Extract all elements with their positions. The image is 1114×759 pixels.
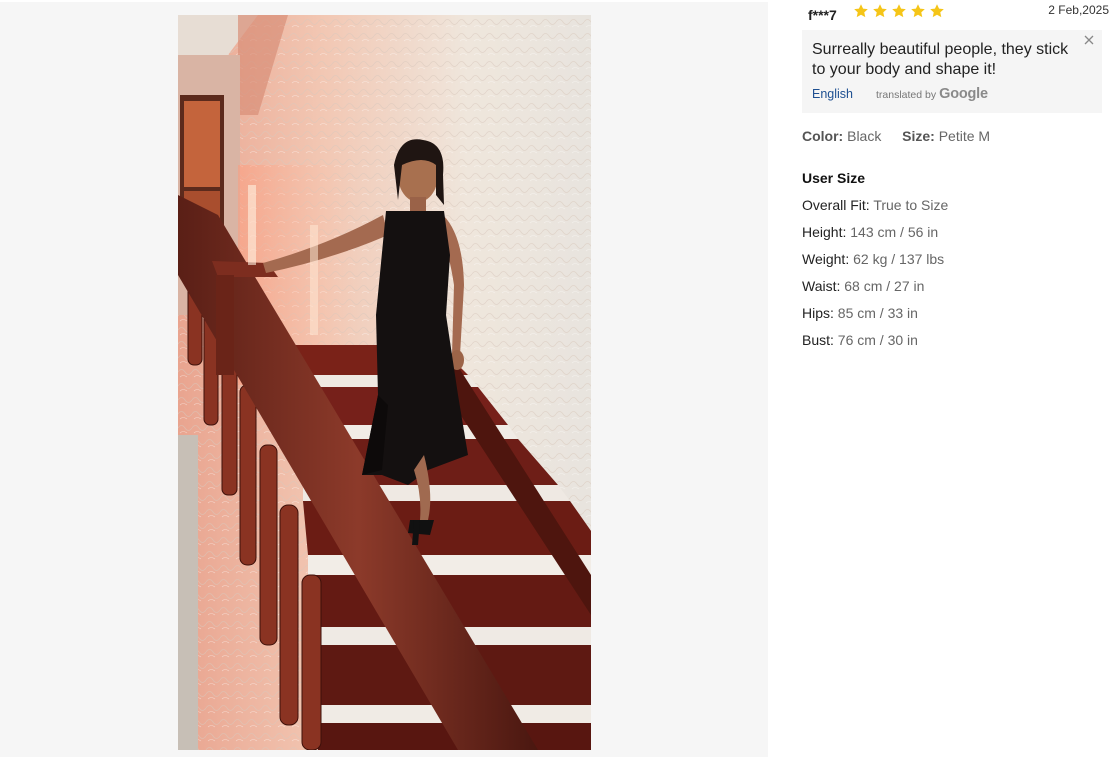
size-row-label: Height: [802, 224, 847, 240]
star-icon [873, 4, 887, 18]
review-header: f***7 2 Feb,2025 [808, 3, 1109, 25]
size-row-value: 143 cm / 56 in [850, 224, 939, 240]
color-label: Color: [802, 128, 844, 144]
size-value: Petite M [938, 128, 991, 144]
size-row-value: 68 cm / 27 in [844, 278, 925, 294]
size-row-value: True to Size [873, 197, 949, 213]
size-row-weight: Weight: 62 kg / 137 lbs [802, 251, 948, 278]
review-date: 2 Feb,2025 [1048, 3, 1109, 17]
size-row-overall-fit: Overall Fit: True to Size [802, 197, 948, 224]
size-row-hips: Hips: 85 cm / 33 in [802, 305, 948, 332]
close-icon[interactable] [1082, 33, 1096, 47]
size-row-bust: Bust: 76 cm / 30 in [802, 332, 948, 359]
review-panel: f***7 2 Feb,2025 Surreally beautiful peo… [768, 0, 1114, 759]
size-row-label: Weight: [802, 251, 850, 267]
reviewer-name: f***7 [808, 7, 837, 23]
star-icon [911, 4, 925, 18]
size-row-label: Bust: [802, 332, 834, 348]
translation-box: Surreally beautiful people, they stick t… [802, 30, 1102, 113]
rating-stars [853, 3, 945, 21]
star-icon [892, 4, 906, 18]
size-row-label: Waist: [802, 278, 841, 294]
purchase-attributes: Color: Black Size: Petite M [802, 128, 990, 144]
star-icon [930, 4, 944, 18]
google-logo: Google [939, 86, 988, 102]
size-label: Size: [902, 128, 935, 144]
user-size-title: User Size [802, 170, 866, 186]
size-row-value: 62 kg / 137 lbs [853, 251, 945, 267]
size-row-height: Height: 143 cm / 56 in [802, 224, 948, 251]
size-row-label: Overall Fit: [802, 197, 870, 213]
size-row-value: 85 cm / 33 in [837, 305, 918, 321]
color-value: Black [847, 128, 882, 144]
size-row-waist: Waist: 68 cm / 27 in [802, 278, 948, 305]
size-row-label: Hips: [802, 305, 834, 321]
google-translate-credit: translated by Google [876, 86, 988, 102]
show-original-language-link[interactable]: English [812, 87, 853, 101]
size-row-value: 76 cm / 30 in [837, 332, 918, 348]
review-photo-image [178, 15, 591, 750]
user-size-list: Overall Fit: True to Size Height: 143 cm… [802, 197, 948, 359]
star-icon [854, 4, 868, 18]
review-photo[interactable] [178, 15, 591, 750]
review-text: Surreally beautiful people, they stick t… [812, 41, 1069, 78]
photo-viewer [0, 2, 768, 757]
credit-prefix: translated by [876, 89, 937, 101]
